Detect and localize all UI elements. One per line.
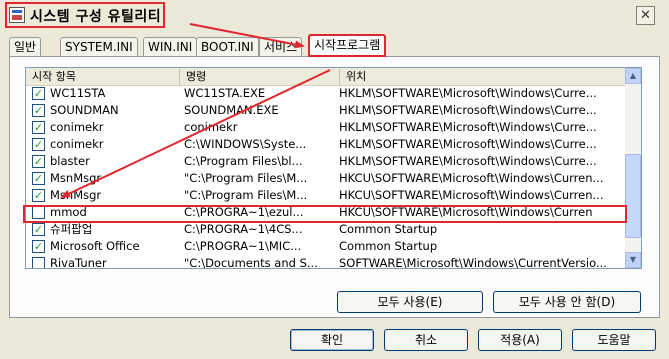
item-command: C:\PROGRA~1\MIC... (184, 239, 302, 253)
item-name: blaster (50, 154, 90, 168)
ok-button[interactable]: 확인 (290, 329, 374, 351)
item-name: 슈퍼팝업 (50, 222, 93, 236)
item-checkbox[interactable]: ✓ (32, 121, 45, 134)
vertical-scrollbar[interactable]: ▲ ▼ (625, 68, 641, 268)
tab-startup[interactable]: 시작프로그램 (308, 34, 387, 57)
item-name: MsnMsgr (50, 171, 102, 185)
item-location: HKCU\SOFTWARE\Microsoft\Windows\Curren..… (339, 171, 604, 185)
item-location: SOFTWARE\Microsoft\Windows\CurrentVersio… (339, 256, 607, 269)
list-item[interactable]: ✓ MsnMsgr "C:\Program Files\M... HKCU\SO… (26, 187, 625, 204)
title-annotation-box (5, 2, 165, 28)
item-checkbox[interactable]: ✓ (32, 189, 45, 202)
item-location: HKLM\SOFTWARE\Microsoft\Windows\Curre... (339, 120, 597, 134)
enable-all-button[interactable]: 모두 사용(E) (337, 291, 483, 313)
list-item[interactable]: ✓ WC11STA WC11STA.EXE HKLM\SOFTWARE\Micr… (26, 85, 625, 102)
tab-services[interactable]: 서비스 (259, 37, 303, 56)
item-name: conimekr (50, 120, 104, 134)
item-name: WC11STA (50, 86, 106, 100)
tab-general[interactable]: 일반 (9, 37, 42, 56)
item-command: "C:\Program Files\M... (184, 188, 308, 202)
item-command: SOUNDMAN.EXE (184, 103, 279, 117)
list-item[interactable]: ✓ blaster C:\Program Files\bl... HKLM\SO… (26, 153, 625, 170)
item-checkbox[interactable]: ✓ (32, 138, 45, 151)
item-checkbox[interactable]: ✓ (32, 223, 45, 236)
item-checkbox[interactable] (32, 257, 45, 268)
list-item[interactable]: ✓ 슈퍼팝업 C:\PROGRA~1\4CS... Common Startup (26, 221, 625, 238)
list-item[interactable]: ✓ SOUNDMAN SOUNDMAN.EXE HKLM\SOFTWARE\Mi… (26, 102, 625, 119)
tab-win-ini[interactable]: WIN.INI (143, 37, 198, 56)
list-item[interactable]: ✓ conimekr conimekr HKLM\SOFTWARE\Micros… (26, 119, 625, 136)
disable-all-button[interactable]: 모두 사용 안 함(D) (493, 291, 641, 313)
list-item[interactable]: ✓ Microsoft Office C:\PROGRA~1\MIC... Co… (26, 238, 625, 255)
cancel-button[interactable]: 취소 (384, 329, 468, 351)
item-command: WC11STA.EXE (184, 86, 266, 100)
item-location: HKLM\SOFTWARE\Microsoft\Windows\Curre... (339, 86, 597, 100)
scroll-down-arrow-icon[interactable]: ▼ (625, 252, 641, 268)
scroll-up-arrow-icon[interactable]: ▲ (625, 68, 641, 84)
item-command: "C:\Documents and S... (184, 256, 318, 269)
list-header: 시작 항목 명령 위치 (26, 68, 625, 86)
item-command: C:\WINDOWS\Syste... (184, 137, 307, 151)
item-command: C:\PROGRA~1\4CS... (184, 222, 303, 236)
item-name: SOUNDMAN (50, 103, 119, 117)
item-checkbox[interactable]: ✓ (32, 240, 45, 253)
item-command: conimekr (184, 120, 238, 134)
title-bar: 시스템 구성 유틸리티 ✕ (0, 0, 669, 30)
item-location: HKLM\SOFTWARE\Microsoft\Windows\Curre... (339, 103, 597, 117)
item-checkbox[interactable]: ✓ (32, 155, 45, 168)
column-header-startup-item[interactable]: 시작 항목 (26, 68, 180, 85)
item-location: Common Startup (339, 222, 438, 236)
item-name: RivaTuner (50, 256, 107, 269)
list-item[interactable]: RivaTuner "C:\Documents and S... SOFTWAR… (26, 255, 625, 269)
item-location: Common Startup (339, 239, 438, 253)
mmod-annotation-box (23, 205, 627, 223)
tab-system-ini[interactable]: SYSTEM.INI (60, 37, 138, 56)
item-location: HKLM\SOFTWARE\Microsoft\Windows\Curre... (339, 154, 597, 168)
help-button[interactable]: 도움말 (572, 329, 656, 351)
column-header-location[interactable]: 위치 (340, 68, 625, 85)
item-checkbox[interactable]: ✓ (32, 104, 45, 117)
item-name: conimekr (50, 137, 104, 151)
close-button[interactable]: ✕ (636, 6, 655, 25)
item-command: "C:\Program Files\M... (184, 171, 308, 185)
item-checkbox[interactable]: ✓ (32, 172, 45, 185)
scroll-thumb[interactable] (625, 154, 641, 238)
startup-list[interactable]: 시작 항목 명령 위치 ✓ WC11STA WC11STA.EXE HKLM\S… (25, 67, 642, 269)
tab-boot-ini[interactable]: BOOT.INI (196, 37, 259, 56)
item-name: Microsoft Office (50, 239, 140, 253)
column-header-command[interactable]: 명령 (180, 68, 340, 85)
item-location: HKLM\SOFTWARE\Microsoft\Windows\Curre... (339, 137, 597, 151)
item-checkbox[interactable]: ✓ (32, 87, 45, 100)
list-item[interactable]: ✓ conimekr C:\WINDOWS\Syste... HKLM\SOFT… (26, 136, 625, 153)
item-location: HKCU\SOFTWARE\Microsoft\Windows\Curren..… (339, 188, 604, 202)
apply-button[interactable]: 적용(A) (478, 329, 562, 351)
item-name: MsnMsgr (50, 188, 102, 202)
item-command: C:\Program Files\bl... (184, 154, 303, 168)
list-item[interactable]: ✓ MsnMsgr "C:\Program Files\M... HKCU\SO… (26, 170, 625, 187)
